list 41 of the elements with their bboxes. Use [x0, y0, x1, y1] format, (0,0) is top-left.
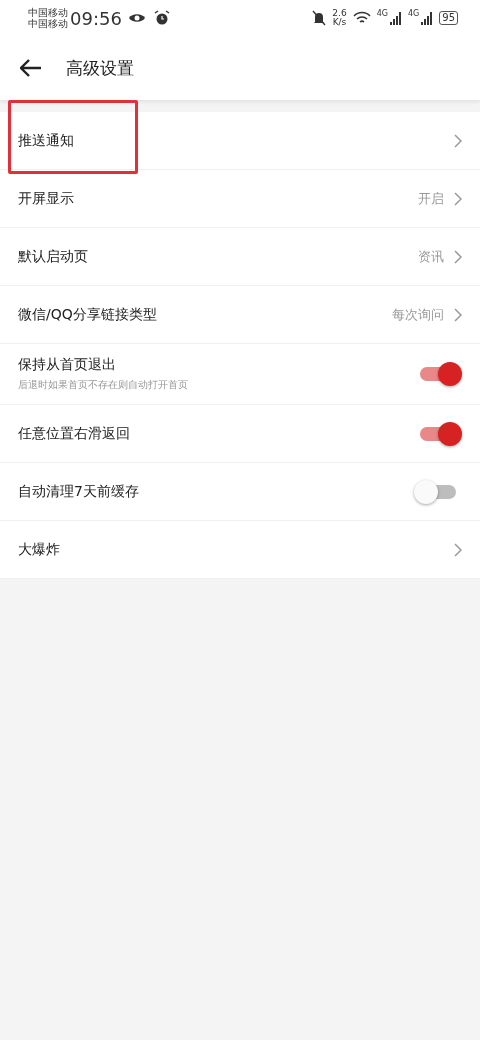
setting-label: 开屏显示	[18, 189, 74, 208]
settings-row[interactable]: 开屏显示 开启	[0, 170, 480, 228]
setting-value: 资讯	[418, 247, 444, 266]
chevron-icon	[454, 191, 462, 206]
settings-row[interactable]: 微信/QQ分享链接类型 每次询问	[0, 286, 480, 344]
muted-bell-icon	[312, 10, 327, 26]
alarm-icon	[153, 10, 170, 26]
setting-value: 每次询问	[392, 305, 444, 324]
chevron-icon	[454, 542, 462, 557]
settings-row[interactable]: 默认启动页 资讯	[0, 228, 480, 286]
back-button[interactable]	[20, 59, 42, 77]
settings-row[interactable]: 推送通知	[0, 112, 480, 170]
chevron-icon	[454, 307, 462, 322]
carrier-name: 中国移动	[28, 7, 68, 18]
setting-label: 推送通知	[18, 131, 74, 150]
settings-row[interactable]: 任意位置右滑返回	[0, 405, 480, 463]
setting-label: 默认启动页	[18, 247, 88, 266]
signal-icon	[421, 11, 434, 25]
setting-label: 保持从首页退出	[18, 356, 117, 374]
setting-label: 微信/QQ分享链接类型	[18, 305, 157, 324]
setting-label: 任意位置右滑返回	[18, 424, 130, 443]
setting-description: 后退时如果首页不存在则自动打开首页	[18, 378, 188, 392]
setting-label: 自动清理7天前缓存	[18, 482, 139, 501]
setting-label: 大爆炸	[18, 540, 60, 559]
page-title: 高级设置	[66, 56, 134, 80]
settings-row[interactable]: 保持从首页退出 后退时如果首页不存在则自动打开首页	[0, 344, 480, 405]
chevron-icon	[454, 133, 462, 148]
carrier-name: 中国移动	[28, 18, 68, 29]
settings-row[interactable]: 大爆炸	[0, 521, 480, 579]
speed-value: 2.6	[332, 9, 347, 18]
network-type: 4G	[407, 9, 420, 18]
battery-level: 95	[439, 11, 458, 25]
wifi-icon	[352, 11, 371, 25]
signal-icon	[389, 11, 402, 25]
eye-icon	[127, 12, 146, 24]
clock: 09:56	[70, 7, 122, 29]
speed-unit: K/s	[332, 18, 347, 27]
settings-row[interactable]: 自动清理7天前缓存	[0, 463, 480, 521]
chevron-icon	[454, 249, 462, 264]
setting-value: 开启	[418, 189, 444, 208]
network-type: 4G	[376, 9, 388, 18]
